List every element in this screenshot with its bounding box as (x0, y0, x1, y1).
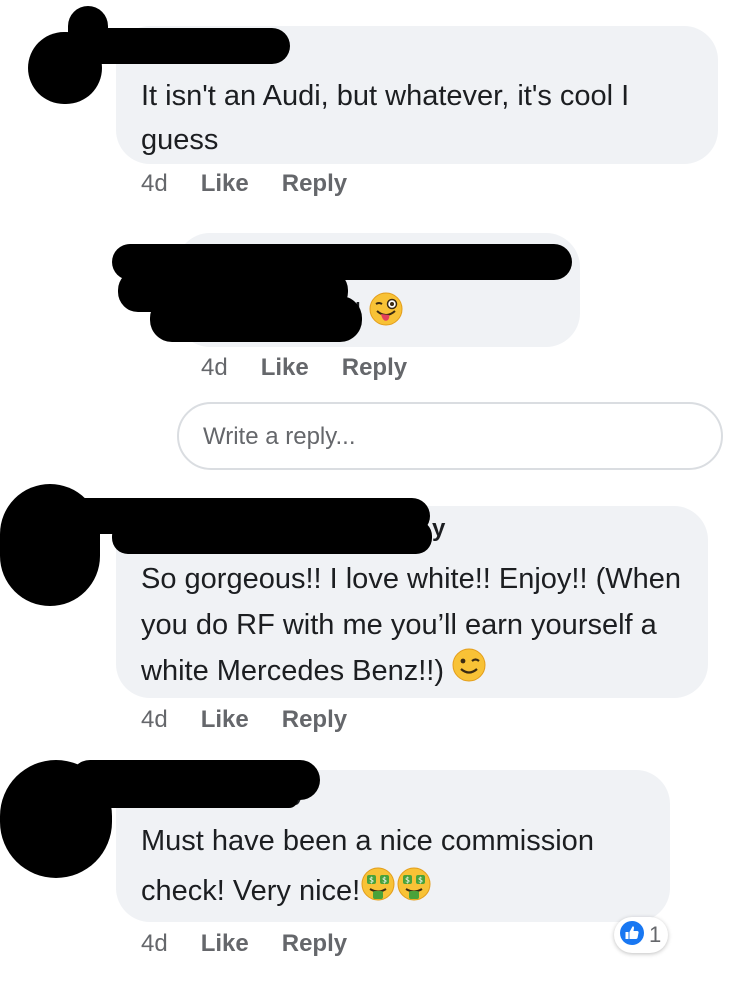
money-mouth-face-icon: $ $ (360, 866, 396, 918)
comment-meta-4: 4d Like Reply (141, 930, 347, 958)
svg-text:$: $ (369, 876, 374, 885)
thumbs-up-icon (619, 920, 645, 951)
comment-text-4: Must have been a nice commission check! … (141, 816, 661, 918)
winking-face-icon (452, 648, 486, 696)
winking-face-with-tongue-icon (369, 292, 403, 339)
money-mouth-face-icon: $ $ (396, 866, 432, 918)
reply-button[interactable]: Reply (282, 706, 347, 734)
comment-author-fragment-3: y (432, 515, 446, 542)
redaction-mark (150, 296, 362, 342)
timestamp[interactable]: 4d (201, 354, 228, 382)
reply-button[interactable]: Reply (342, 354, 407, 382)
like-button[interactable]: Like (201, 706, 249, 734)
redaction-mark (78, 28, 290, 64)
svg-text:$: $ (418, 876, 423, 885)
reply-button[interactable]: Reply (282, 170, 347, 198)
like-button[interactable]: Like (261, 354, 309, 382)
comment-text-body: So gorgeous!! I love white!! Enjoy!! (Wh… (141, 563, 681, 687)
like-button[interactable]: Like (201, 930, 249, 958)
reply-input[interactable] (201, 404, 685, 470)
svg-text:$: $ (405, 876, 410, 885)
timestamp[interactable]: 4d (141, 930, 168, 958)
reaction-count-badge[interactable]: 1 (614, 917, 668, 953)
reply-button[interactable]: Reply (282, 930, 347, 958)
timestamp[interactable]: 4d (141, 170, 168, 198)
comment-meta-2: 4d Like Reply (201, 354, 407, 382)
timestamp[interactable]: 4d (141, 706, 168, 734)
comment-text-1: It isn't an Audi, but whatever, it's coo… (141, 80, 630, 156)
reply-input-container[interactable] (177, 402, 723, 470)
comment-meta-3: 4d Like Reply (141, 706, 347, 734)
like-button[interactable]: Like (201, 170, 249, 198)
redaction-mark (98, 790, 298, 808)
comment-meta-1: 4d Like Reply (141, 170, 347, 198)
redaction-mark (112, 520, 432, 554)
svg-text:$: $ (382, 876, 387, 885)
reaction-count: 1 (649, 922, 662, 947)
comment-text-3: So gorgeous!! I love white!! Enjoy!! (Wh… (141, 556, 691, 696)
